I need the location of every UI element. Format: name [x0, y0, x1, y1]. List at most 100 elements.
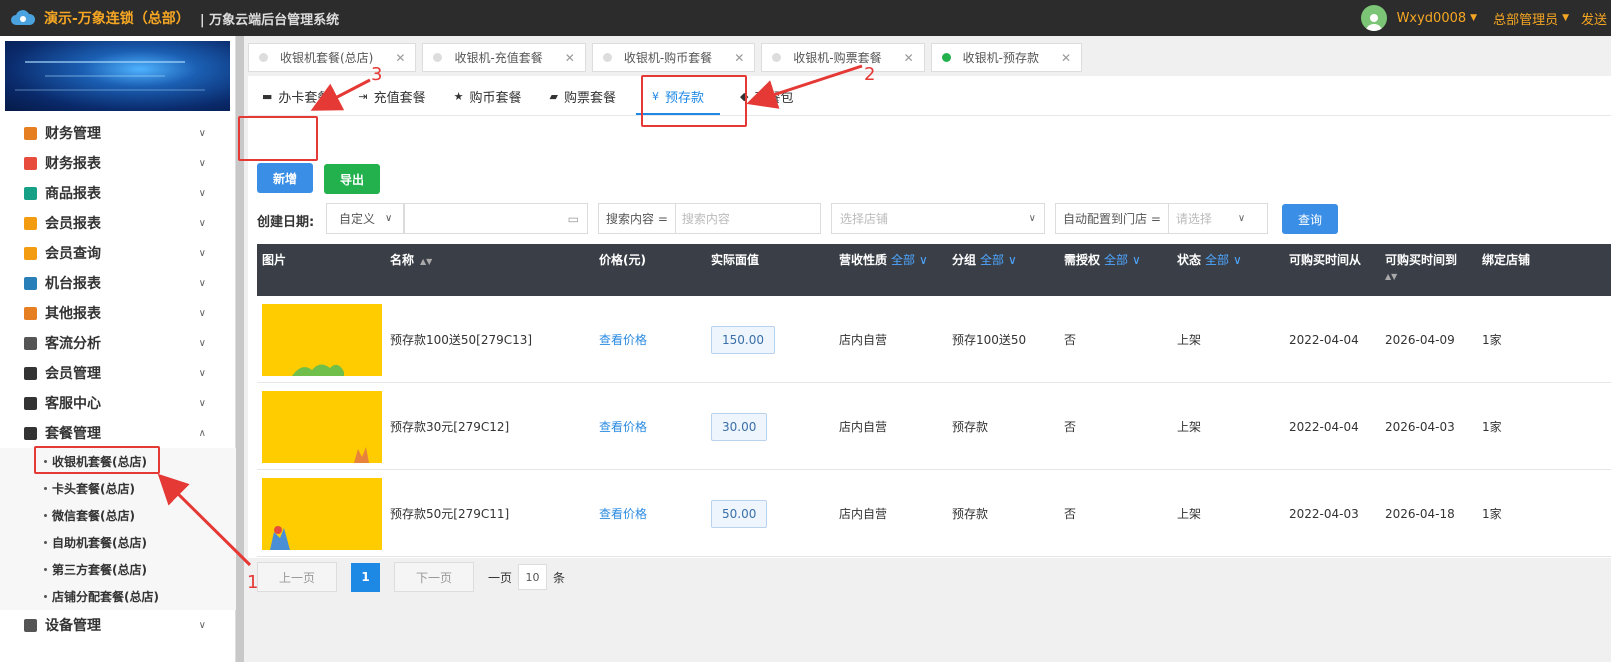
tab-coin-package[interactable]: 收银机-购币套餐 ✕	[591, 43, 756, 72]
auth-cell: 否	[1064, 333, 1077, 347]
tab-prepaid[interactable]: 收银机-预存款 ✕	[930, 43, 1083, 72]
close-icon[interactable]: ✕	[734, 51, 744, 65]
page-number-1[interactable]: 1	[351, 562, 380, 592]
chevron-down-icon: ∨	[198, 277, 206, 289]
close-icon[interactable]: ✕	[1061, 51, 1071, 65]
ticket-icon: ▰	[549, 89, 559, 103]
tab-ticket-package[interactable]: 收银机-购票套餐 ✕	[761, 43, 925, 72]
sidebar-item-member-manage[interactable]: 会员管理 ∨	[0, 358, 236, 388]
next-page-button[interactable]: 下一页	[394, 562, 474, 592]
subtab-bundle[interactable]: ◆ 套餐包	[726, 76, 807, 116]
sub-item-thirdparty-package[interactable]: 第三方套餐(总店)	[0, 556, 236, 583]
prev-page-button[interactable]: 上一页	[257, 562, 337, 592]
buy-to-cell: 2026-04-09	[1385, 332, 1455, 347]
cloud-logo-icon	[10, 5, 36, 31]
page-size-input[interactable]: 10	[518, 564, 548, 590]
date-range-input[interactable]: ▭	[404, 203, 588, 234]
col-buy-to[interactable]: 可购买时间到 ▲▼	[1385, 251, 1457, 282]
search-field[interactable]: 搜索内容 = 搜索内容	[598, 203, 821, 234]
system-name: | 万象云端后台管理系统	[199, 12, 340, 28]
group-filter[interactable]: 全部	[980, 253, 1004, 267]
sub-item-label: 第三方套餐(总店)	[52, 563, 147, 577]
sidebar-item-label: 客流分析	[45, 336, 101, 352]
sidebar-scrollbar[interactable]	[236, 36, 244, 662]
auto-config-select[interactable]: 自动配置到门店 = 请选择 ∨	[1055, 203, 1268, 234]
date-mode-select[interactable]: 自定义 ∨	[326, 203, 404, 234]
face-value: 150.00	[711, 325, 775, 354]
buy-to-cell: 2026-04-18	[1385, 506, 1455, 521]
query-button[interactable]: 查询	[1282, 204, 1338, 234]
sort-icon[interactable]: ▲▼	[1385, 272, 1397, 281]
nature-filter[interactable]: 全部	[891, 253, 915, 267]
sidebar-item-other-report[interactable]: 其他报表 ∨	[0, 298, 236, 328]
sidebar-item-finance-report[interactable]: 财务报表 ∨	[0, 148, 236, 178]
face-value: 50.00	[711, 499, 768, 528]
create-date-label: 创建日期:	[257, 215, 315, 230]
sidebar-item-traffic[interactable]: 客流分析 ∨	[0, 328, 236, 358]
col-store: 绑定店铺	[1482, 253, 1531, 267]
role-menu[interactable]: 总部管理员	[1493, 9, 1558, 28]
sort-icon[interactable]: ▲▼	[420, 257, 432, 266]
package-name: 预存款30元[279C12]	[390, 420, 510, 434]
sub-item-cashier-package[interactable]: 收银机套餐(总店)	[0, 448, 236, 475]
avatar[interactable]	[1360, 5, 1387, 31]
sidebar-item-label: 其他报表	[45, 306, 101, 322]
star-icon: ★	[453, 89, 464, 103]
sub-item-wechat-package[interactable]: 微信套餐(总店)	[0, 502, 236, 529]
sidebar-item-finance[interactable]: 财务管理 ∨	[0, 118, 236, 148]
sub-item-kiosk-package[interactable]: 自助机套餐(总店)	[0, 529, 236, 556]
tab-cashier-package[interactable]: 收银机套餐(总店) ✕	[248, 43, 417, 72]
store-count-cell: 1家	[1482, 507, 1502, 521]
col-nature[interactable]: 营收性质 全部 ∨	[839, 251, 928, 268]
add-button[interactable]: 新增	[257, 163, 313, 193]
subtab-ticket[interactable]: ▰ 购票套餐	[536, 76, 630, 116]
top-extra-link[interactable]: 发送	[1581, 9, 1611, 28]
per-page-unit: 条	[553, 570, 566, 585]
search-field-label: 搜索内容 =	[599, 204, 676, 233]
view-price-link[interactable]: 查看价格	[599, 383, 647, 470]
table-row[interactable]: 预存款100送50[279C13] 查看价格 150.00 店内自营 预存100…	[257, 296, 1611, 383]
sub-item-label: 微信套餐(总店)	[52, 509, 135, 523]
subtab-coin[interactable]: ★ 购币套餐	[440, 76, 536, 116]
sidebar-item-member-query[interactable]: 会员查询 ∨	[0, 238, 236, 268]
search-input[interactable]: 搜索内容	[682, 210, 730, 227]
view-price-link[interactable]: 查看价格	[599, 296, 647, 383]
close-icon[interactable]: ✕	[565, 51, 575, 65]
chevron-down-icon: ∨	[1008, 253, 1017, 267]
card-icon: ▬	[262, 89, 273, 103]
status-filter[interactable]: 全部	[1205, 253, 1229, 267]
view-price-link[interactable]: 查看价格	[599, 470, 647, 557]
close-icon[interactable]: ✕	[904, 51, 914, 65]
col-buy-to-label: 可购买时间到	[1385, 253, 1458, 267]
table-row[interactable]: 预存款30元[279C12] 查看价格 30.00 店内自营 预存款 否 上架 …	[257, 383, 1611, 470]
export-button[interactable]: 导出	[324, 164, 380, 194]
sidebar-item-machine-report[interactable]: 机台报表 ∨	[0, 268, 236, 298]
sidebar-item-service[interactable]: 客服中心 ∨	[0, 388, 236, 418]
subtab-card[interactable]: ▬ 办卡套餐	[248, 76, 344, 116]
subtab-recharge[interactable]: ⇥ 充值套餐	[344, 76, 439, 116]
sidebar-item-goods-report[interactable]: 商品报表 ∨	[0, 178, 236, 208]
col-group[interactable]: 分组 全部 ∨	[952, 251, 1017, 268]
subtab-prepaid[interactable]: ¥ 预存款	[630, 76, 726, 116]
col-status[interactable]: 状态 全部 ∨	[1177, 251, 1242, 268]
col-auth[interactable]: 需授权 全部 ∨	[1064, 251, 1141, 268]
user-menu[interactable]: Wxyd0008	[1397, 11, 1467, 26]
package-type-tabs: ▬ 办卡套餐 ⇥ 充值套餐 ★ 购币套餐 ▰ 购票套餐 ¥ 预存款 ◆ 套餐包	[248, 76, 1611, 116]
sub-item-card-package[interactable]: 卡头套餐(总店)	[0, 475, 236, 502]
close-icon[interactable]: ✕	[395, 51, 405, 65]
sidebar-item-device[interactable]: 设备管理 ∨	[0, 610, 236, 640]
tab-recharge-package[interactable]: 收银机-充值套餐 ✕	[422, 43, 586, 72]
sidebar-item-member-report[interactable]: 会员报表 ∨	[0, 208, 236, 238]
chevron-down-icon: ∨	[1233, 253, 1242, 267]
store-select[interactable]: 选择店铺 ∨	[831, 203, 1045, 234]
sidebar-item-label: 会员报表	[45, 216, 101, 232]
chevron-down-icon: ∨	[198, 397, 206, 409]
sub-item-store-allocation[interactable]: 店铺分配套餐(总店)	[0, 583, 236, 610]
chevron-down-icon: ∨	[198, 157, 206, 169]
auth-filter[interactable]: 全部	[1104, 253, 1128, 267]
auto-config-label: 自动配置到门店 =	[1056, 204, 1169, 233]
sidebar-item-package[interactable]: 套餐管理 ∧	[0, 418, 236, 448]
table-row[interactable]: 预存款50元[279C11] 查看价格 50.00 店内自营 预存款 否 上架 …	[257, 470, 1611, 557]
buy-from-cell: 2022-04-04	[1289, 332, 1359, 347]
col-name[interactable]: 名称 ▲▼	[390, 251, 432, 268]
